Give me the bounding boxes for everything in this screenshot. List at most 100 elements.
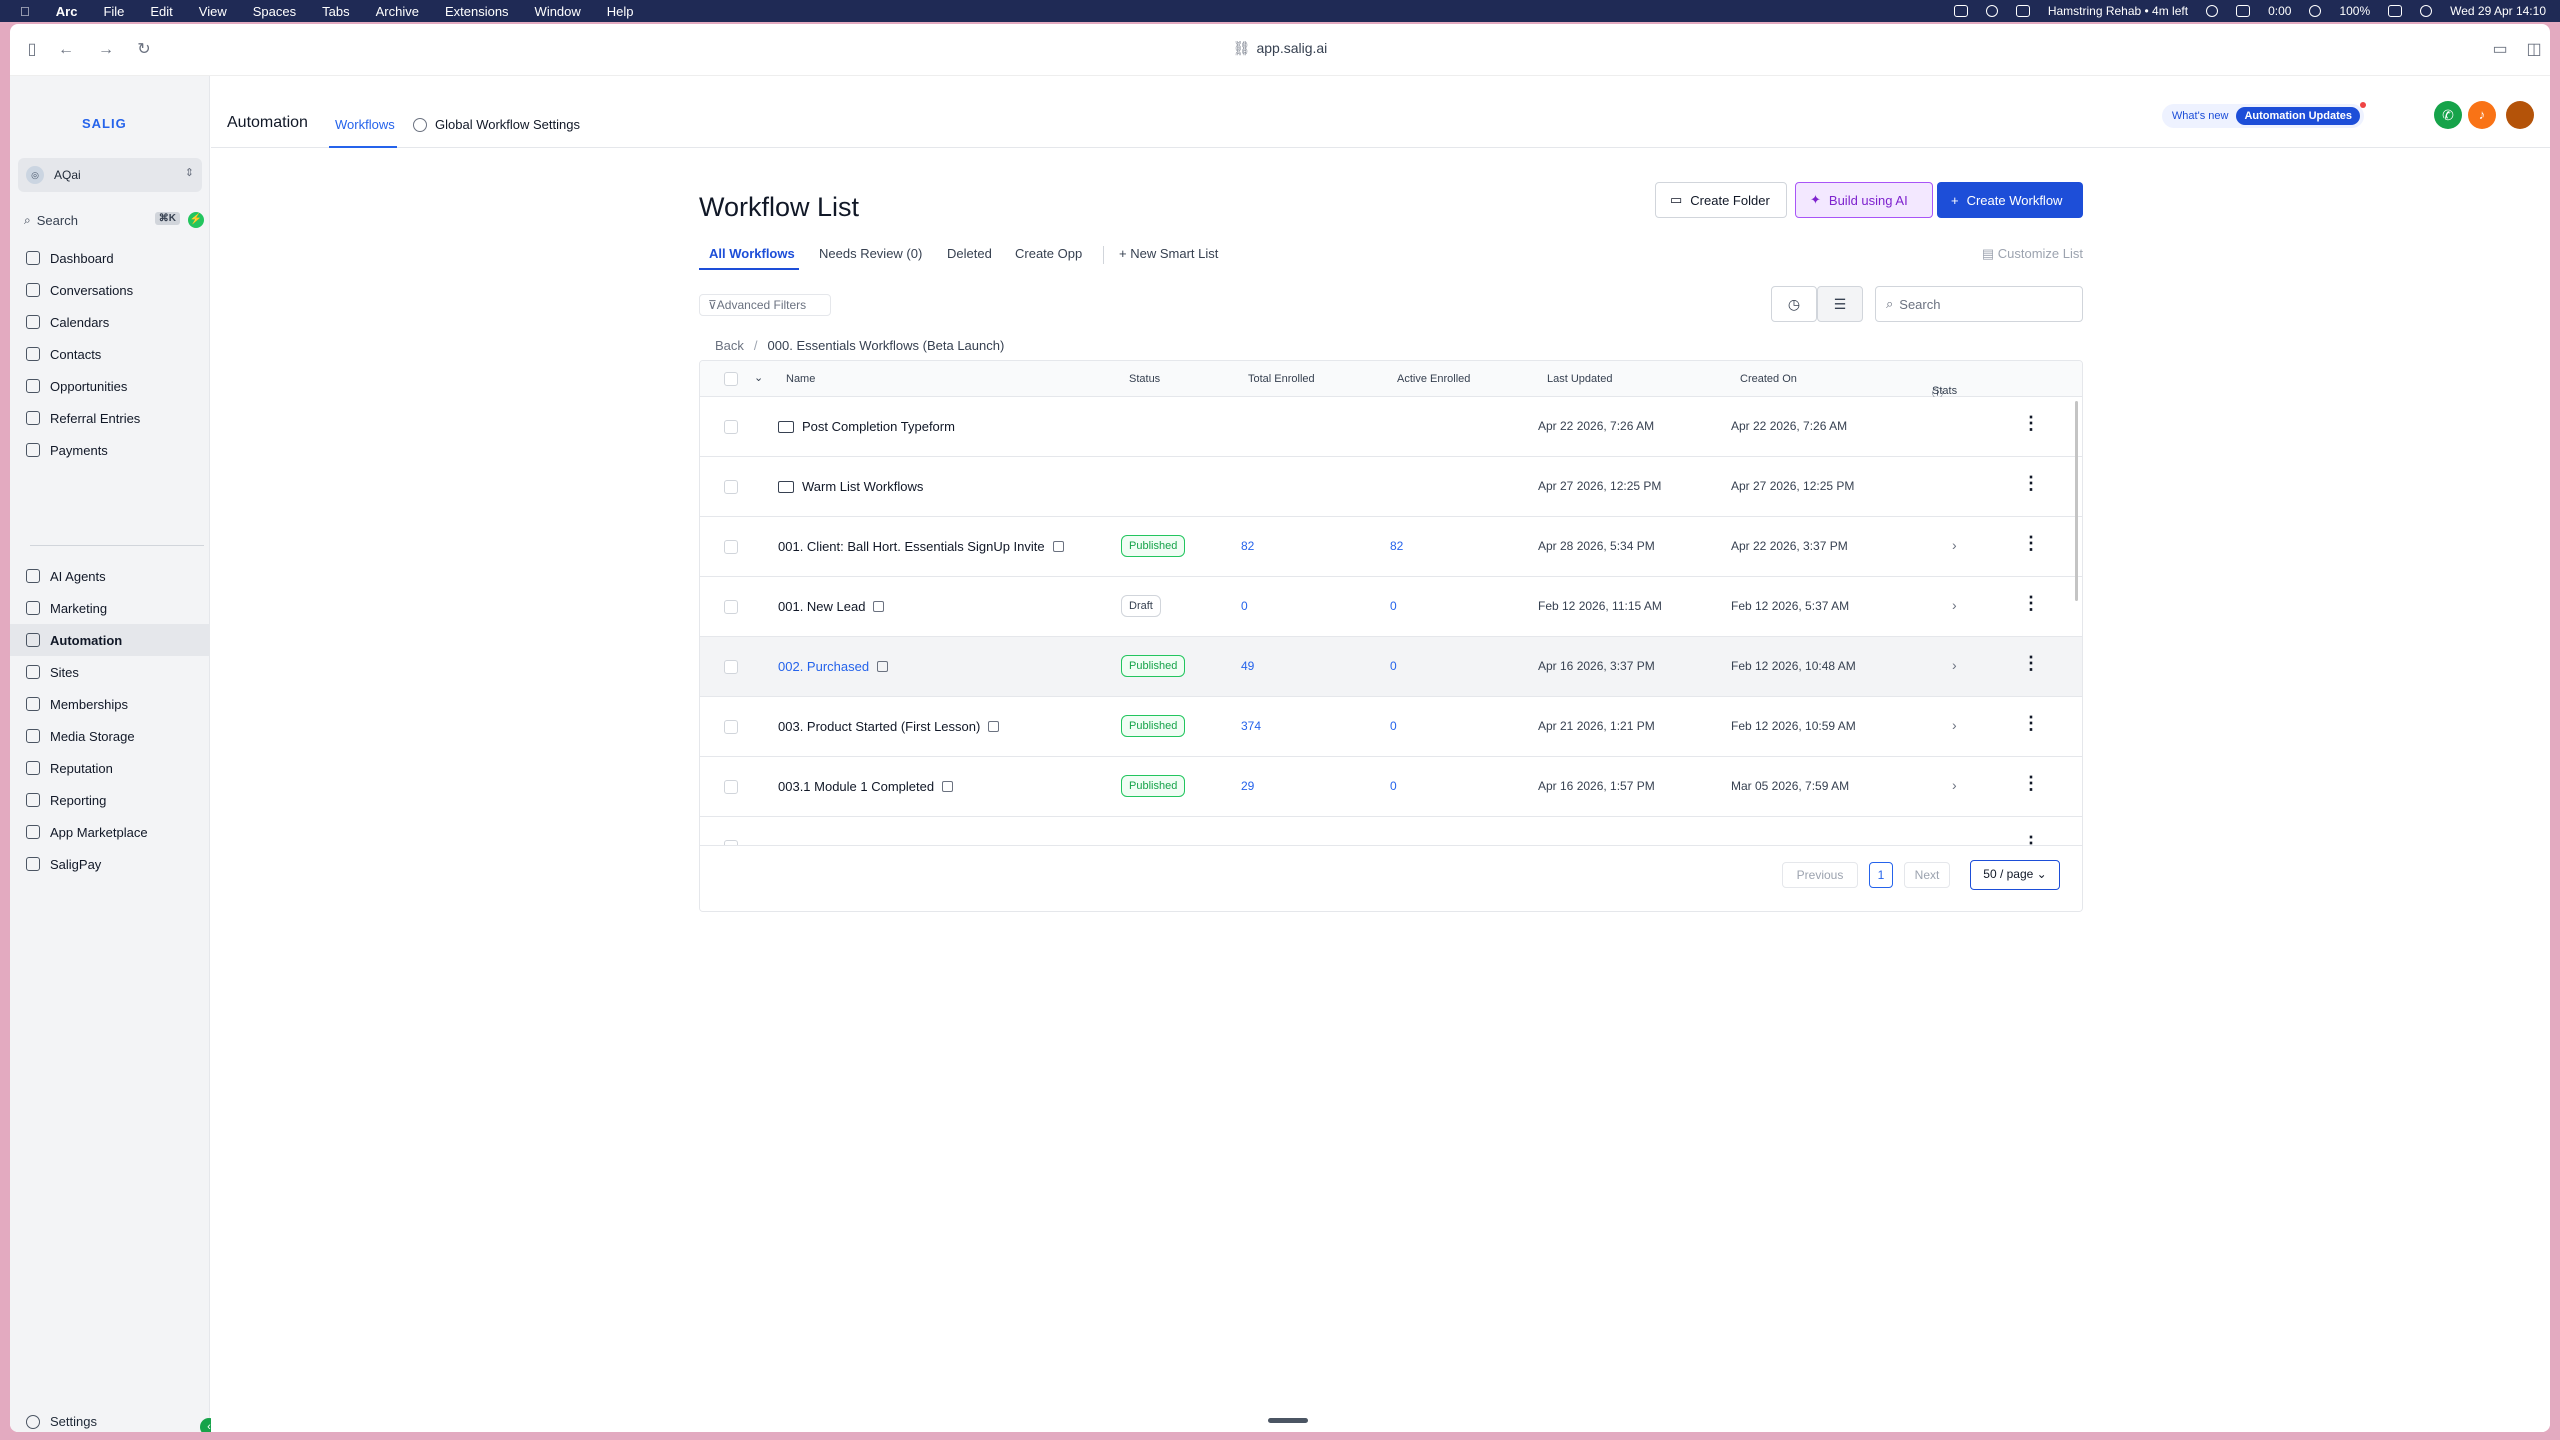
whats-new-banner[interactable]: What's new Automation Updates [2161, 102, 2366, 128]
search-input[interactable]: ⌕ Search [1875, 286, 2083, 322]
external-link-icon[interactable] [988, 721, 1000, 732]
sidebar-item-memberships[interactable]: Memberships [10, 688, 210, 720]
page-size-select[interactable]: 50 / page ⌄ [1970, 860, 2060, 890]
row-active-enrolled[interactable]: 82 [1390, 539, 1403, 553]
table-row[interactable]: 001. Client: Ball Hort. Essentials SignU… [700, 517, 2082, 577]
menu-edit[interactable]: Edit [150, 4, 172, 19]
sidebar-item-opportunities[interactable]: Opportunities [10, 370, 210, 402]
sidebar-item-media-storage[interactable]: Media Storage [10, 720, 210, 752]
chevron-right-icon[interactable]: › [1952, 657, 1957, 673]
external-link-icon[interactable] [942, 781, 954, 792]
external-link-icon[interactable] [1052, 541, 1064, 552]
new-smart-list-button[interactable]: + New Smart List [1119, 246, 1218, 261]
tab-workflows[interactable]: Workflows [335, 117, 395, 132]
advanced-filters-button[interactable]: ⊽ Advanced Filters [699, 294, 831, 316]
sidebar-item-dashboard[interactable]: Dashboard [10, 242, 210, 274]
column-created-on[interactable]: Created On [1740, 373, 1797, 385]
menu-view[interactable]: View [199, 4, 227, 19]
row-checkbox[interactable] [724, 540, 738, 554]
build-using-ai-button[interactable]: ✦ Build using AI [1795, 182, 1933, 218]
menu-spaces[interactable]: Spaces [253, 4, 296, 19]
apple-icon[interactable]:  [20, 4, 30, 19]
row-checkbox[interactable] [724, 600, 738, 614]
automation-updates-pill[interactable]: Automation Updates [2236, 107, 2360, 125]
table-row[interactable]: 003. Product Started (First Lesson) Publ… [700, 697, 2082, 757]
select-all-checkbox[interactable] [724, 372, 738, 386]
row-name[interactable]: 003.1 Module 1 Completed [778, 779, 954, 794]
row-checkbox[interactable] [724, 420, 738, 434]
wifi-icon[interactable] [2206, 5, 2219, 17]
menu-app[interactable]: Arc [56, 4, 78, 19]
table-row[interactable]: Post Completion Typeform Apr 22 2026, 7:… [700, 397, 2082, 457]
row-name[interactable]: 003. Product Started (First Lesson) [778, 719, 1000, 734]
next-page-button[interactable]: Next [1904, 862, 1950, 888]
chevron-right-icon[interactable]: › [1952, 777, 1957, 793]
row-checkbox[interactable] [724, 720, 738, 734]
table-row[interactable]: 002. Purchased Published 49 0 Apr 16 202… [700, 637, 2082, 697]
row-total-enrolled[interactable]: 374 [1241, 719, 1261, 733]
table-row[interactable]: Warm List Workflows Apr 27 2026, 12:25 P… [700, 457, 2082, 517]
chevron-down-icon[interactable]: ⌄ [754, 371, 763, 384]
row-checkbox[interactable] [724, 660, 738, 674]
column-status[interactable]: Status [1129, 373, 1160, 385]
table-row[interactable]: 003.1 Module 1 Completed Published 29 0 … [700, 757, 2082, 817]
sidebar-item-automation[interactable]: Automation [10, 624, 210, 656]
menu-extensions[interactable]: Extensions [445, 4, 509, 19]
list-view-button[interactable]: ☰ [1817, 286, 1863, 322]
row-active-enrolled[interactable]: 0 [1390, 779, 1397, 793]
table-row-partial[interactable]: ⋮ [700, 817, 2082, 845]
tab-deleted[interactable]: Deleted [947, 246, 992, 261]
row-checkbox[interactable] [724, 480, 738, 494]
column-last-updated[interactable]: Last Updated [1547, 373, 1612, 385]
row-name[interactable]: 002. Purchased [778, 659, 889, 674]
sidebar-item-settings[interactable]: Settings [26, 1414, 97, 1429]
menu-window[interactable]: Window [535, 4, 581, 19]
battery-status[interactable]: 100% [2339, 4, 2370, 18]
history-view-button[interactable]: ◷ [1771, 286, 1817, 322]
counter-status[interactable]: 0:00 [2268, 4, 2291, 18]
split-view-icon[interactable]: ◫ [2524, 40, 2544, 60]
sidebar-search[interactable]: ⌕ Search ⌘K [18, 208, 182, 232]
create-workflow-button[interactable]: + Create Workflow [1937, 182, 2083, 218]
timer-status[interactable]: Hamstring Rehab • 4m left [2048, 4, 2188, 18]
row-active-enrolled[interactable]: 0 [1390, 719, 1397, 733]
chevron-right-icon[interactable]: › [1952, 537, 1957, 553]
row-active-enrolled[interactable]: 0 [1390, 599, 1397, 613]
sidebar-item-marketing[interactable]: Marketing [10, 592, 210, 624]
sidebar-item-app-marketplace[interactable]: App Marketplace [10, 816, 210, 848]
address-bar[interactable]: ⛓ app.salig.ai [10, 40, 2550, 57]
tab-needs-review[interactable]: Needs Review (0) [819, 246, 922, 261]
sidebar-item-ai-agents[interactable]: AI Agents [10, 560, 210, 592]
more-options-icon[interactable]: ⋮ [2022, 593, 2040, 614]
more-options-icon[interactable]: ⋮ [2022, 713, 2040, 734]
bluetooth-icon[interactable] [2236, 5, 2251, 17]
chevron-right-icon[interactable]: › [1952, 597, 1957, 613]
external-link-icon[interactable] [877, 661, 889, 672]
more-options-icon[interactable]: ⋮ [2022, 773, 2040, 794]
page-number-button[interactable]: 1 [1869, 862, 1893, 888]
battery-icon[interactable] [2388, 5, 2403, 17]
sidebar-item-contacts[interactable]: Contacts [10, 338, 210, 370]
window-resize-handle[interactable] [1268, 1418, 1308, 1423]
column-total-enrolled[interactable]: Total Enrolled [1248, 373, 1315, 385]
notes-icon[interactable]: ▭ [2490, 40, 2510, 60]
external-link-icon[interactable] [873, 601, 885, 612]
column-active-enrolled[interactable]: Active Enrolled [1397, 373, 1470, 385]
row-total-enrolled[interactable]: 82 [1241, 539, 1254, 553]
row-name[interactable]: Warm List Workflows [778, 479, 923, 494]
breadcrumb-back[interactable]: Back [715, 338, 744, 353]
table-scrollbar[interactable] [2075, 401, 2078, 601]
tab-all-workflows[interactable]: All Workflows [709, 246, 795, 261]
menu-tabs[interactable]: Tabs [322, 4, 349, 19]
row-active-enrolled[interactable]: 0 [1390, 659, 1397, 673]
screen-icon[interactable] [1953, 5, 1968, 17]
row-name[interactable]: Post Completion Typeform [778, 419, 955, 434]
more-options-icon[interactable]: ⋮ [2022, 413, 2040, 434]
sidebar-item-payments[interactable]: Payments [10, 434, 210, 466]
menu-archive[interactable]: Archive [376, 4, 419, 19]
column-name[interactable]: Name [786, 373, 815, 385]
sidebar-item-reputation[interactable]: Reputation [10, 752, 210, 784]
avatar[interactable] [2506, 101, 2534, 129]
sidebar-item-reporting[interactable]: Reporting [10, 784, 210, 816]
account-switcher[interactable]: ◎ AQai ⇕ [18, 158, 202, 192]
